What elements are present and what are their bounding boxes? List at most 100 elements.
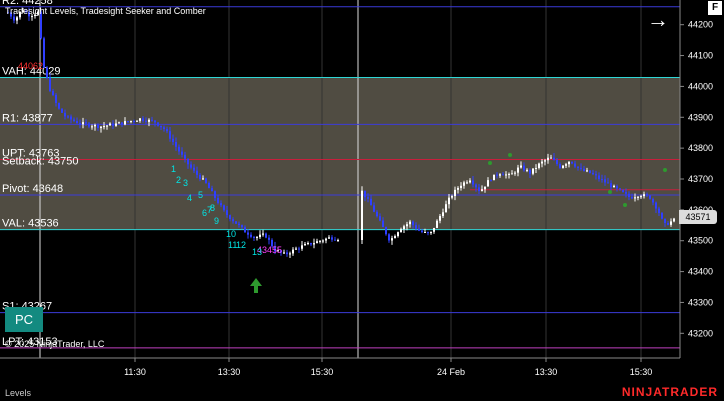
price-bar-body [607, 182, 609, 184]
price-bar-body [43, 38, 45, 68]
f-button[interactable]: F [708, 1, 722, 15]
price-bar-body [622, 189, 624, 193]
y-tick-label: 43900 [688, 112, 713, 122]
price-bar-body [70, 116, 72, 120]
price-bar-body [79, 123, 81, 125]
price-bar-body [403, 226, 405, 230]
x-axis: 11:30 13:30 15:30 24 Feb 13:30 15:30 [0, 357, 680, 377]
forward-arrow-icon[interactable]: → [646, 8, 670, 32]
tab-levels[interactable]: Levels [5, 388, 31, 398]
copyright-text: © 2025 NinjaTrader, LLC [5, 339, 105, 349]
seeker-count: 8 [210, 203, 215, 213]
level-label: Pivot: 43648 [2, 183, 63, 195]
price-bar-body [592, 172, 594, 175]
price-bar-body [103, 126, 105, 128]
price-bar-body [565, 164, 567, 166]
price-bar-body [166, 129, 168, 132]
price-bar-body [511, 173, 513, 175]
price-bar-body [193, 167, 195, 171]
price-bar-body [109, 123, 111, 126]
price-bar-body [262, 233, 264, 235]
price-bar-body [325, 238, 327, 241]
price-bar-body [88, 123, 90, 127]
price-bar-body [112, 123, 114, 126]
price-bar-body [454, 189, 456, 197]
price-bar-body [265, 233, 267, 238]
price-bar-body [289, 253, 291, 255]
price-bar-body [484, 186, 486, 190]
price-bar-body [337, 239, 339, 241]
price-bar-body [73, 119, 75, 121]
price-bar-body [232, 219, 234, 222]
price-bar-body [286, 252, 288, 255]
price-chart[interactable]: R2: 44258VAH: 44029R1: 43877UPT: 43763Pi… [0, 0, 724, 401]
up-arrow-icon [250, 278, 262, 293]
price-bar-body [220, 203, 222, 206]
price-bar-body [514, 172, 516, 174]
price-bar-body [46, 67, 48, 78]
price-bar-body [58, 103, 60, 109]
price-bar-body [76, 120, 78, 124]
price-bar-body [583, 168, 585, 171]
price-bar-body [499, 174, 501, 176]
price-bar-body [496, 174, 498, 176]
x-tick-label: 24 Feb [437, 367, 465, 377]
ninjatrader-logo: NINJATRADER [621, 385, 718, 399]
comber-dot [508, 153, 512, 157]
price-bar-body [154, 120, 156, 123]
price-bar-body [415, 225, 417, 229]
price-bar-body [388, 234, 390, 241]
y-tick-label: 43700 [688, 174, 713, 184]
price-bar-body [85, 122, 87, 124]
x-tick-label: 13:30 [535, 367, 558, 377]
seeker-count: 10 [226, 229, 236, 239]
price-bar-body [163, 127, 165, 130]
price-bar-body [673, 218, 675, 222]
price-bar-body [508, 173, 510, 175]
price-bar-body [211, 188, 213, 192]
price-bar-body [613, 185, 615, 188]
price-bar-body [580, 167, 582, 169]
price-bar-body [652, 198, 654, 203]
value-area-band [0, 77, 680, 230]
price-bar-body [160, 125, 162, 128]
price-bar-body [364, 190, 366, 198]
price-bar-body [667, 223, 669, 225]
price-bar-body [202, 178, 204, 180]
price-bar-body [217, 197, 219, 204]
price-bar-body [187, 158, 189, 165]
price-bar-body [520, 165, 522, 168]
price-bar-body [397, 232, 399, 237]
price-bar-body [472, 180, 474, 185]
price-bar-body [445, 204, 447, 213]
y-tick-label: 43500 [688, 236, 713, 246]
price-bar-body [115, 123, 117, 126]
seeker-count: 9 [214, 216, 219, 226]
comber-dot [663, 168, 667, 172]
price-bar-body [598, 175, 600, 179]
seeker-count: 3 [183, 178, 188, 188]
price-bar-body [52, 91, 54, 96]
price-bar-body [370, 198, 372, 206]
price-bar-body [301, 245, 303, 249]
price-bar-body [250, 234, 252, 237]
price-bar-body [106, 125, 108, 127]
price-bar-body [67, 116, 69, 118]
price-bar-body [55, 95, 57, 104]
price-bar-body [502, 174, 504, 176]
price-bar-body [229, 215, 231, 220]
price-bar-body [658, 208, 660, 213]
y-axis: 4420044100440004390043800437004360043500… [679, 0, 713, 358]
price-bar-body [424, 231, 426, 233]
y-tick-label: 43200 [688, 328, 713, 338]
price-bar-body [571, 161, 573, 164]
price-bar-body [559, 163, 561, 168]
price-bar-body [646, 194, 648, 196]
x-tick-label: 13:30 [218, 367, 241, 377]
price-bar-body [550, 157, 552, 159]
price-bar-body [307, 242, 309, 245]
price-bar-body [412, 221, 414, 226]
pc-button[interactable]: PC [5, 307, 43, 332]
price-bar-body [298, 248, 300, 250]
price-bar-body [505, 174, 507, 176]
